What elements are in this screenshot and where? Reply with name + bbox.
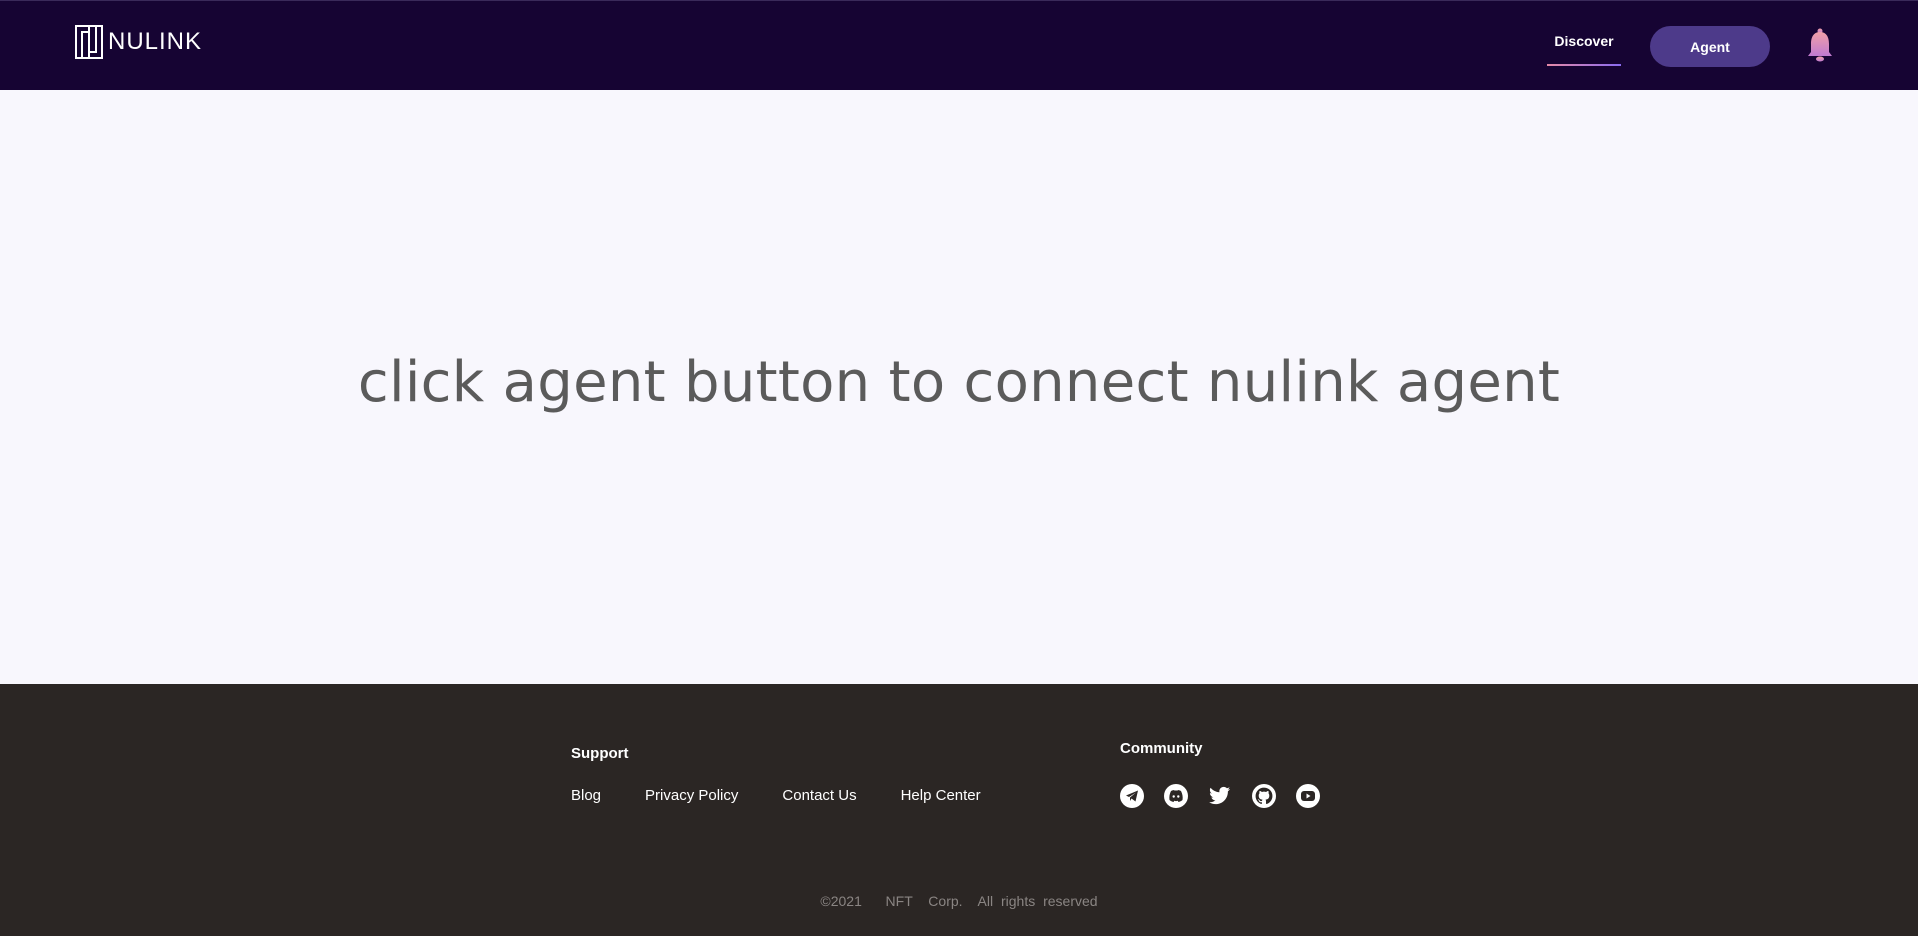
logo-text: NULINK	[108, 28, 203, 55]
twitter-icon[interactable]	[1208, 784, 1232, 808]
footer-link-blog[interactable]: Blog	[571, 787, 601, 804]
community-title: Community	[1120, 740, 1203, 757]
support-title: Support	[571, 745, 629, 762]
nulink-logo-mark-icon	[75, 25, 103, 59]
notification-bell-icon[interactable]	[1805, 28, 1835, 64]
connect-agent-message: click agent button to connect nulink age…	[0, 350, 1918, 415]
footer-link-contact-us[interactable]: Contact Us	[782, 787, 856, 804]
connect-agent-message-text: click agent button to connect nulink age…	[357, 350, 1561, 415]
footer: Support Blog Privacy Policy Contact Us H…	[0, 684, 1918, 936]
nav-discover[interactable]: Discover	[1547, 33, 1621, 49]
support-links: Blog Privacy Policy Contact Us Help Cent…	[571, 787, 1025, 804]
copyright-text: ©2021 NFT Corp. All rights reserved	[820, 893, 1098, 909]
youtube-icon[interactable]	[1296, 784, 1320, 808]
github-icon[interactable]	[1252, 784, 1276, 808]
community-icons	[1120, 784, 1340, 808]
discord-icon[interactable]	[1164, 784, 1188, 808]
telegram-icon[interactable]	[1120, 784, 1144, 808]
nulink-logo[interactable]: NULINK	[75, 25, 202, 59]
main-content: click agent button to connect nulink age…	[0, 90, 1918, 684]
nav-active-underline	[1547, 64, 1621, 66]
top-navbar: NULINK Discover Agent	[0, 0, 1918, 90]
footer-link-privacy-policy[interactable]: Privacy Policy	[645, 787, 738, 804]
footer-link-help-center[interactable]: Help Center	[901, 787, 981, 804]
agent-button[interactable]: Agent	[1650, 26, 1770, 67]
